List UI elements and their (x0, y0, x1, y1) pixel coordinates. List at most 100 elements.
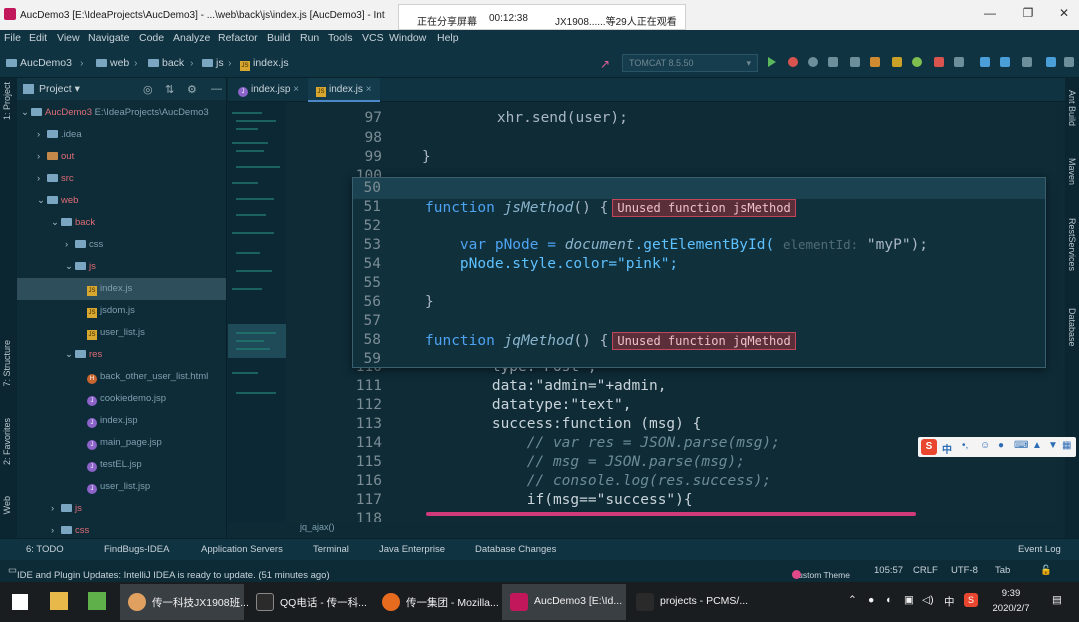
punctuation-icon[interactable]: •, (962, 440, 968, 451)
tree-item-js-folder[interactable]: ⌄ js (17, 256, 226, 278)
file-explorer-icon[interactable] (50, 592, 68, 610)
tool-database-changes[interactable]: Database Changes (475, 544, 556, 555)
task-chuanyi-class[interactable]: 传一科技JX1908班... (120, 584, 249, 620)
project-view-select[interactable]: Project ▾ (39, 83, 80, 95)
lock-icon[interactable]: 🔓 (1040, 565, 1052, 576)
skin-icon[interactable]: ▲ (1032, 440, 1042, 451)
tab-favorites[interactable]: 2: Favorites (2, 418, 12, 465)
menu-grid-icon[interactable]: ▦ (1062, 440, 1071, 451)
tree-item-out[interactable]: › out (17, 146, 226, 168)
menu-code[interactable]: Code (139, 32, 164, 44)
horizontal-scrollbar[interactable] (426, 512, 916, 516)
ime-indicator[interactable]: 中 (944, 594, 955, 609)
phone-icon[interactable] (934, 57, 944, 67)
indent-setting[interactable]: Tab (995, 565, 1010, 576)
tool-application-servers[interactable]: Application Servers (201, 544, 283, 555)
tree-item-css[interactable]: › css (17, 234, 226, 256)
locate-icon[interactable]: ◎ (143, 83, 153, 96)
menu-file[interactable]: File (4, 32, 21, 44)
tab-web[interactable]: Web (2, 496, 12, 514)
deploy-icon[interactable] (892, 57, 902, 67)
tree-item-aucdemo3[interactable]: ⌄ AucDemo3 E:\IdeaProjects\AucDemo3 (17, 102, 226, 124)
network-icon[interactable]: ◐ (886, 594, 892, 606)
tool-terminal[interactable]: Terminal (313, 544, 349, 555)
notepad-icon[interactable] (88, 592, 106, 610)
menu-build[interactable]: Build (267, 32, 290, 44)
tree-item-res[interactable]: ⌄ res (17, 344, 226, 366)
toolbox-icon[interactable]: ▼ (1048, 440, 1058, 451)
settings-icon[interactable] (1000, 57, 1010, 67)
run-configuration-select[interactable]: TOMCAT 8.5.50 ▾ (622, 54, 758, 72)
tree-item-index-jsp[interactable]: Jindex.jsp (17, 410, 226, 432)
crumb-project[interactable]: AucDemo3 (6, 57, 72, 69)
menu-help[interactable]: Help (437, 32, 459, 44)
tab-ant-build[interactable]: Ant Build (1067, 90, 1077, 126)
tree-item-back-other-user-list[interactable]: Hback_other_user_list.html (17, 366, 226, 388)
gear-icon[interactable]: ⚙ (187, 83, 197, 96)
tab-database[interactable]: Database (1067, 308, 1077, 347)
structure-icon[interactable] (980, 57, 990, 67)
status-message[interactable]: ▭ IDE and Plugin Updates: IntelliJ IDEA … (8, 565, 330, 581)
task-qq-call[interactable]: QQ电话 - 传一科... (248, 584, 372, 620)
menu-window[interactable]: Window (389, 32, 426, 44)
tab-structure[interactable]: 7: Structure (2, 340, 12, 387)
tree-item-index-js[interactable]: JS index.js (17, 278, 226, 300)
crumb-web[interactable]: web (96, 57, 129, 69)
wifi-icon[interactable]: ▣ (904, 594, 914, 606)
code-peek-popup[interactable]: 50 51 function jsMethod() {Unused functi… (352, 177, 1046, 368)
coverage-icon[interactable] (808, 57, 818, 67)
hide-icon[interactable]: — (211, 83, 222, 95)
menu-run[interactable]: Run (300, 32, 319, 44)
stop-icon[interactable] (954, 57, 964, 67)
profile-icon[interactable] (828, 57, 838, 67)
tray-icon[interactable]: ● (868, 594, 874, 606)
sogou-tray-icon[interactable]: S (964, 593, 978, 607)
layout-icon[interactable] (1022, 57, 1032, 67)
tool-findbugs[interactable]: FindBugs-IDEA (104, 544, 169, 555)
search-everywhere-icon[interactable] (1064, 57, 1074, 67)
tab-maven[interactable]: Maven (1067, 158, 1077, 185)
tree-item-src[interactable]: › src (17, 168, 226, 190)
code-breadcrumb[interactable]: jq_ajax() (300, 522, 335, 532)
close-tab-icon[interactable]: × (366, 84, 372, 95)
minimize-icon[interactable]: — (982, 6, 998, 22)
menu-vcs[interactable]: VCS (362, 32, 384, 44)
tree-item-js-root[interactable]: › js (17, 498, 226, 520)
caret-position[interactable]: 105:57 (874, 565, 903, 576)
debug-icon[interactable] (788, 57, 798, 67)
emoji-icon[interactable]: ☺ (980, 440, 990, 451)
tree-item-user-list-js[interactable]: JS user_list.js (17, 322, 226, 344)
restore-icon[interactable]: ❐ (1020, 6, 1036, 22)
tree-item-main-page-jsp[interactable]: Jmain_page.jsp (17, 432, 226, 454)
line-separator[interactable]: CRLF (913, 565, 938, 576)
code-minimap[interactable] (228, 102, 286, 522)
tree-item-jsdom-js[interactable]: JS jsdom.js (17, 300, 226, 322)
system-clock[interactable]: 9:39 2020/2/7 (990, 586, 1032, 616)
menu-edit[interactable]: Edit (29, 32, 47, 44)
tool-todo[interactable]: 6: TODO (26, 544, 64, 555)
menu-tools[interactable]: Tools (328, 32, 353, 44)
run-icon[interactable] (768, 57, 776, 67)
build-icon[interactable] (850, 57, 860, 67)
vcs-icon[interactable] (912, 57, 922, 67)
keyboard-icon[interactable]: ⌨ (1014, 440, 1028, 451)
file-encoding[interactable]: UTF-8 (951, 565, 978, 576)
translate-icon[interactable] (1046, 57, 1056, 67)
tab-index-js[interactable]: JS index.js × (308, 78, 380, 102)
tree-item-idea[interactable]: › .idea (17, 124, 226, 146)
task-projects[interactable]: projects - PCMS/... (628, 584, 752, 620)
menu-navigate[interactable]: Navigate (88, 32, 129, 44)
tab-restservices[interactable]: RestServices (1067, 218, 1077, 271)
task-firefox[interactable]: 传一集团 - Mozilla... (374, 584, 499, 620)
tab-index-jsp[interactable]: Jindex.jsp × (230, 78, 307, 102)
update-icon[interactable] (870, 57, 880, 67)
tree-item-css-root[interactable]: › css (17, 520, 226, 538)
chevron-up-icon[interactable]: ⌃ (848, 594, 857, 606)
collapse-icon[interactable]: ⇅ (165, 83, 174, 96)
crumb-back[interactable]: back (148, 57, 184, 69)
crumb-js[interactable]: js (202, 57, 224, 69)
menu-analyze[interactable]: Analyze (173, 32, 210, 44)
tool-java-enterprise[interactable]: Java Enterprise (379, 544, 445, 555)
menu-refactor[interactable]: Refactor (218, 32, 258, 44)
speaker-icon[interactable]: ◁) (922, 594, 934, 606)
